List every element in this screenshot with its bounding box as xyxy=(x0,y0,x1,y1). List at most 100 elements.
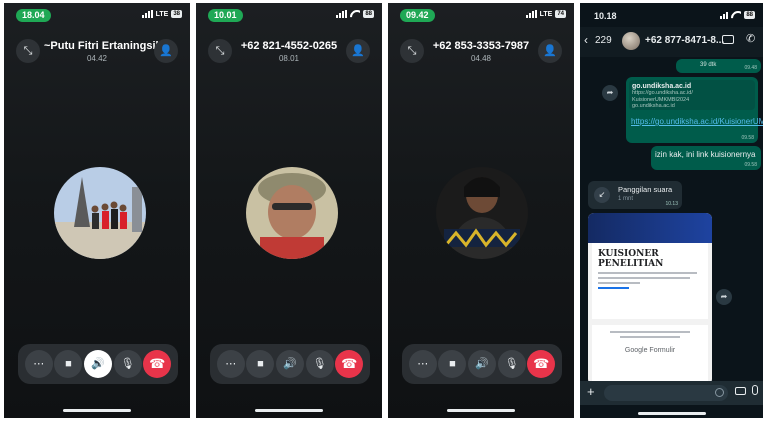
link-desc-line: go.undiksha.ac.id xyxy=(632,103,675,109)
caller-avatar xyxy=(436,167,528,259)
status-time: 09.42 xyxy=(400,9,435,22)
call-header: ⤡ ~Putu Fitri Ertaningsih 04.42 👤 xyxy=(4,37,190,67)
mute-button[interactable]: 🎙 xyxy=(113,350,142,378)
doc-link-line xyxy=(598,287,702,289)
add-participant-button[interactable]: 👤 xyxy=(346,39,370,63)
end-call-icon: ☎ xyxy=(149,356,166,371)
caller-name: +62 821-4552-0265 xyxy=(240,40,338,52)
home-indicator xyxy=(255,409,323,412)
mute-icon: 🎙 xyxy=(120,358,135,370)
message-time: 10.13 xyxy=(665,201,678,207)
text-message[interactable]: izin kak, ini link kuisionernya 09.58 xyxy=(651,146,761,170)
message-time: 09.48 xyxy=(744,65,757,71)
link-message[interactable]: go.undiksha.ac.id https://go.undiksha.ac… xyxy=(626,77,763,143)
form-banner-image xyxy=(588,213,712,243)
message-input-bar: + xyxy=(580,381,763,405)
home-indicator xyxy=(637,412,706,415)
sticker-icon[interactable] xyxy=(715,388,724,397)
speaker-button[interactable]: 🔊 xyxy=(275,350,304,378)
system-icons: LTE 38 xyxy=(141,10,182,18)
minimize-button[interactable]: ⤡ xyxy=(208,39,232,63)
link-domain: go.undiksha.ac.id xyxy=(632,83,692,90)
unread-count[interactable]: 229 xyxy=(595,35,612,46)
call-header: ⤡ +62 853-3353-7987 04.48 👤 xyxy=(388,37,574,67)
form-document: KUISIONER PENELITIAN xyxy=(592,243,708,319)
signal-icon xyxy=(336,10,348,18)
forward-button[interactable]: ➦ xyxy=(602,85,618,101)
wifi-icon xyxy=(731,11,741,19)
status-time: 10.18 xyxy=(594,11,617,21)
doc-text-lines xyxy=(598,272,702,284)
attach-icon[interactable]: + xyxy=(587,384,595,399)
end-call-button[interactable]: ☎ xyxy=(143,350,172,378)
speaker-button[interactable]: 🔊 xyxy=(467,350,496,378)
battery-icon: 38 xyxy=(171,10,182,18)
speaker-icon: 🔊 xyxy=(475,358,489,370)
minimize-icon: ⤡ xyxy=(215,45,225,57)
forward-icon: ➦ xyxy=(606,88,614,97)
video-button[interactable]: ■ xyxy=(54,350,83,378)
home-indicator xyxy=(447,409,515,412)
more-button[interactable]: ⋯ xyxy=(408,350,437,378)
footer-lines xyxy=(592,325,708,338)
network-label: LTE xyxy=(155,10,169,18)
missed-call-icon: ↙ xyxy=(594,187,610,203)
image-message[interactable]: KUISIONER PENELITIAN Google Formulir 10.… xyxy=(588,213,712,385)
link-url[interactable]: https://go.undiksha.ac.id/KuisionerUMKMB… xyxy=(631,117,763,127)
camera-icon[interactable] xyxy=(735,387,746,395)
minimize-button[interactable]: ⤡ xyxy=(400,39,424,63)
video-button[interactable]: ■ xyxy=(438,350,467,378)
contact-name[interactable]: +62 877-8471-8... xyxy=(645,35,724,46)
call-controls: ⋯ ■ 🔊 🎙 ☎ xyxy=(402,344,562,384)
chat-screen: 10.18 88 ‹ 229 +62 877-8471-8... ✆ 39 dt… xyxy=(580,3,763,418)
more-icon: ⋯ xyxy=(225,358,237,370)
back-icon[interactable]: ‹ xyxy=(584,33,588,47)
end-call-button[interactable]: ☎ xyxy=(335,350,364,378)
mute-button[interactable]: 🎙 xyxy=(497,350,526,378)
status-time: 10.01 xyxy=(208,9,243,22)
call-duration: 04.48 xyxy=(470,54,492,63)
video-call-icon[interactable] xyxy=(722,35,734,44)
voice-call-message[interactable]: ↙ Panggilan suara 1 mnt 10.13 xyxy=(588,181,682,209)
speaker-icon: 🔊 xyxy=(91,358,105,370)
forward-button[interactable]: ➦ xyxy=(716,289,732,305)
call-screen-1: 18.04 LTE 38 ⤡ ~Putu Fitri Ertaningsih 0… xyxy=(4,3,190,418)
caller-name: ~Putu Fitri Ertaningsih xyxy=(44,40,163,52)
battery-icon: 74 xyxy=(555,10,566,18)
screenshot-collage: 18.04 LTE 38 ⤡ ~Putu Fitri Ertaningsih 0… xyxy=(0,0,763,421)
add-person-icon: 👤 xyxy=(351,45,365,57)
system-icons: 88 xyxy=(720,11,755,19)
more-icon: ⋯ xyxy=(33,358,45,370)
network-label: LTE xyxy=(539,10,553,18)
google-forms-brand: Google Formulir xyxy=(624,347,676,354)
speaker-button[interactable]: 🔊 xyxy=(83,350,112,378)
call-duration: 08.01 xyxy=(278,54,300,63)
call-screen-2: 10.01 88 ⤡ +62 821-4552-0265 08.01 👤 ⋯ ■… xyxy=(196,3,382,418)
video-icon: ■ xyxy=(65,358,72,370)
add-person-icon: 👤 xyxy=(159,45,173,57)
mute-icon: 🎙 xyxy=(312,358,327,370)
more-button[interactable]: ⋯ xyxy=(24,350,53,378)
minimize-button[interactable]: ⤡ xyxy=(16,39,40,63)
more-icon: ⋯ xyxy=(417,358,429,370)
end-call-button[interactable]: ☎ xyxy=(527,350,556,378)
call-header: ⤡ +62 821-4552-0265 08.01 👤 xyxy=(196,37,382,67)
signal-icon xyxy=(141,10,153,18)
add-participant-button[interactable]: 👤 xyxy=(538,39,562,63)
mic-icon[interactable] xyxy=(752,385,758,395)
link-preview[interactable]: go.undiksha.ac.id https://go.undiksha.ac… xyxy=(629,80,755,110)
battery-icon: 88 xyxy=(744,11,755,19)
mute-icon: 🎙 xyxy=(504,358,519,370)
caller-name: +62 853-3353-7987 xyxy=(432,40,530,52)
partial-text: 39 dtk xyxy=(700,62,717,68)
contact-avatar[interactable] xyxy=(622,32,640,50)
partial-message[interactable]: 39 dtk 09.48 xyxy=(676,59,761,73)
add-participant-button[interactable]: 👤 xyxy=(154,39,178,63)
voice-call-icon[interactable]: ✆ xyxy=(746,32,755,45)
video-button[interactable]: ■ xyxy=(246,350,275,378)
video-icon: ■ xyxy=(449,358,456,370)
more-button[interactable]: ⋯ xyxy=(216,350,245,378)
mute-button[interactable]: 🎙 xyxy=(305,350,334,378)
message-input[interactable] xyxy=(604,385,728,401)
wifi-icon xyxy=(350,10,360,18)
